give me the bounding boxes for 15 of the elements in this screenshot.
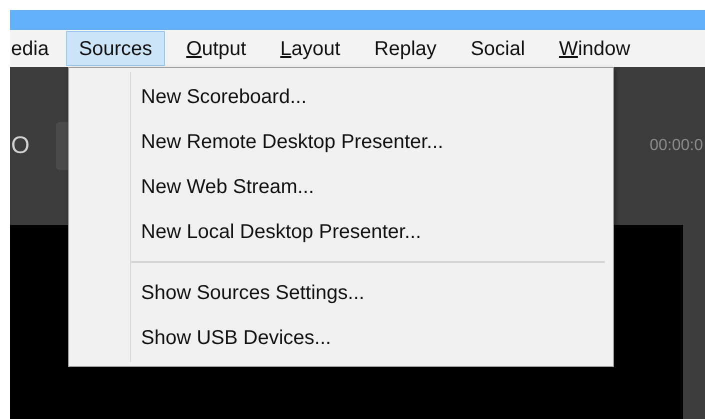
menu-bar-item[interactable]: Output (173, 31, 260, 66)
menu-bar-item[interactable]: Sources (66, 31, 166, 66)
menu-item[interactable]: New Scoreboard... (131, 74, 613, 119)
menu-item[interactable]: New Remote Desktop Presenter... (131, 119, 613, 164)
menu-item[interactable]: New Local Desktop Presenter... (131, 209, 613, 254)
menu-item[interactable]: Show Sources Settings... (131, 270, 613, 315)
menu-bar-item[interactable]: Window (546, 31, 644, 66)
menu-bar-item[interactable]: Social (458, 31, 538, 66)
menu-bar-item[interactable]: Layout (267, 31, 354, 66)
menu-item[interactable]: New Web Stream... (131, 164, 613, 209)
menu-bar-item[interactable]: Replay (361, 31, 450, 66)
timecode: 00:00:0 (650, 136, 703, 156)
toolbar-label: O (11, 131, 30, 161)
menu-bar-item[interactable]: edia (10, 31, 58, 66)
menu-item[interactable]: Show USB Devices... (131, 315, 613, 360)
